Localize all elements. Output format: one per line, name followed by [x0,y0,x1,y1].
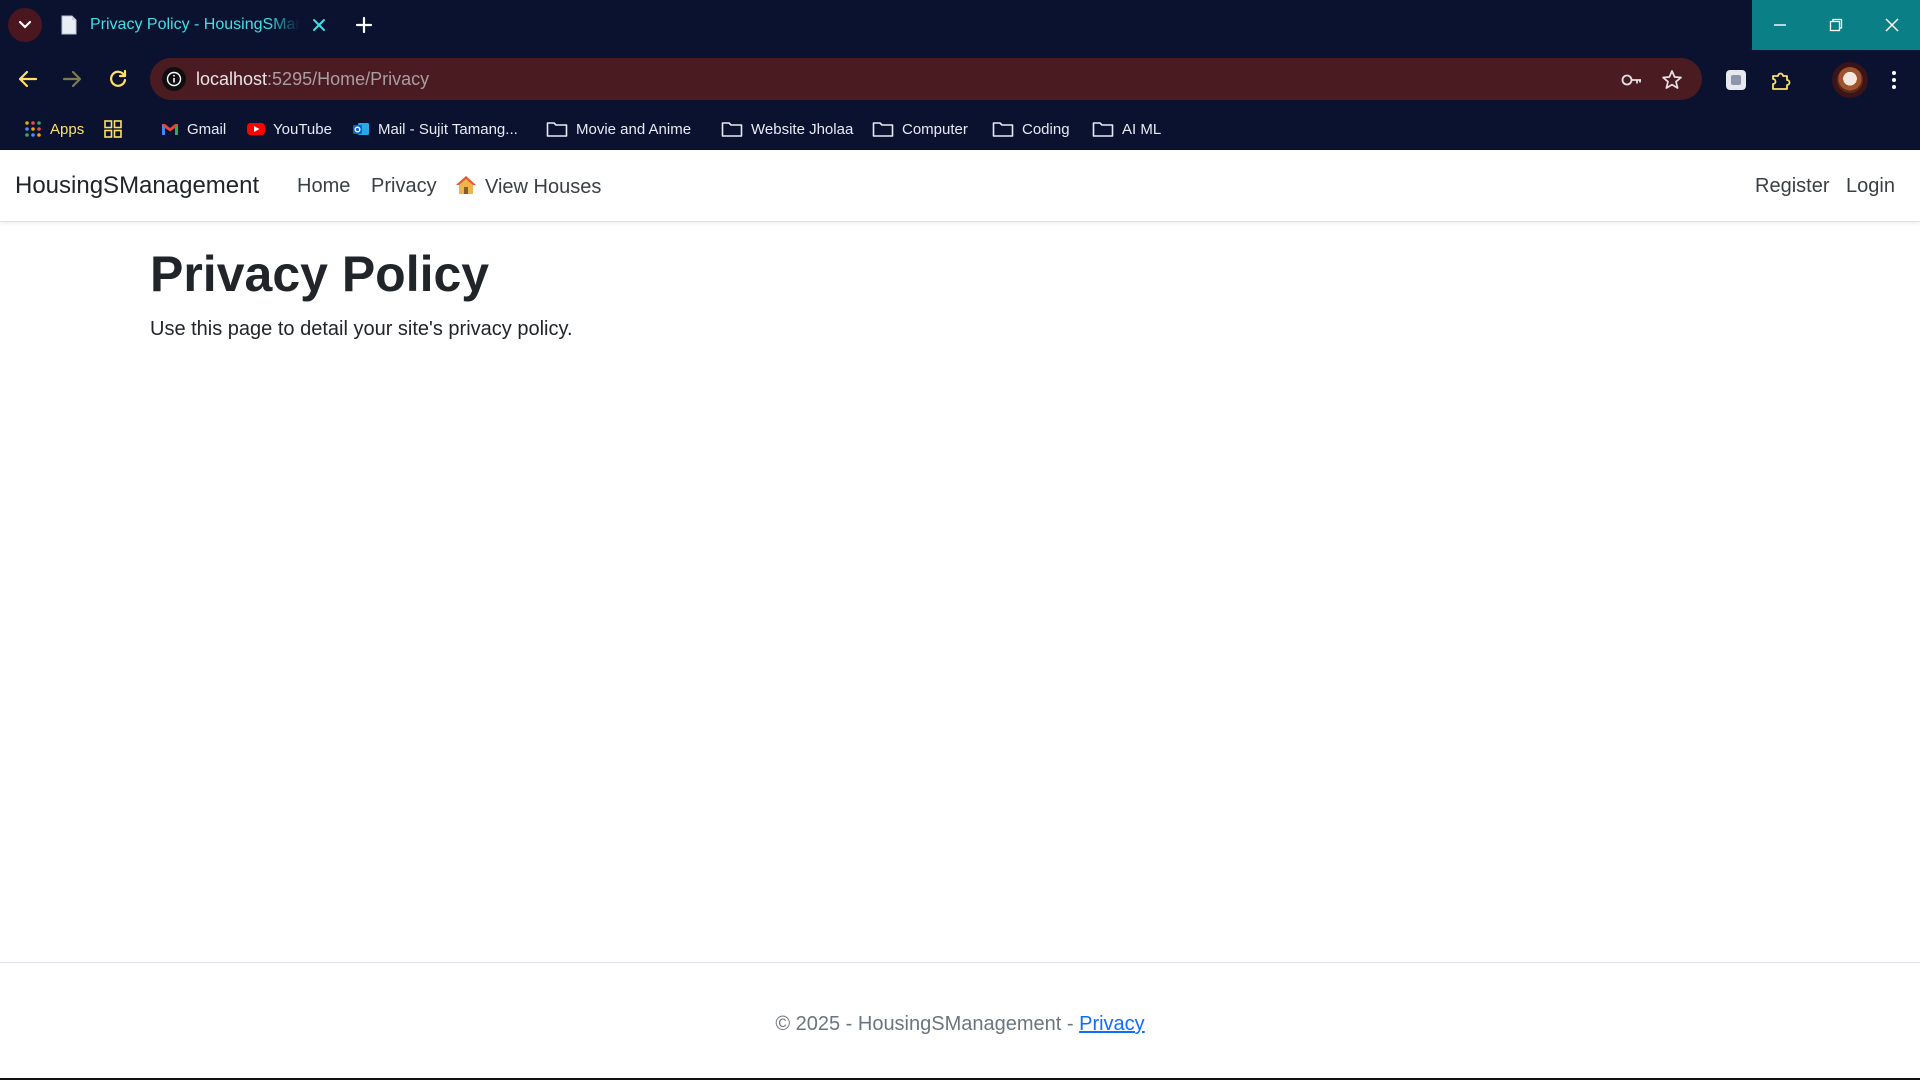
main-content: Privacy Policy Use this page to detail y… [150,240,1770,341]
nav-register-link[interactable]: Register [1755,175,1829,198]
site-brand-link[interactable]: HousingSManagement [15,172,259,200]
bookmark-folder-computer[interactable]: Computer [872,118,968,140]
folder-icon [721,122,743,137]
restore-button[interactable] [1808,0,1864,50]
footer-text: © 2025 - HousingSManagement - Privacy [0,1013,1920,1036]
nav-home-link[interactable]: Home [297,175,350,198]
outlook-icon [353,123,369,135]
close-tab-icon[interactable] [310,16,328,34]
site-navbar: HousingSManagement Home Privacy View Hou… [0,150,1920,222]
nav-view-houses-link[interactable]: View Houses [455,175,601,199]
reload-icon [110,69,127,87]
apps-grid-icon [25,121,41,137]
page-title: Privacy Policy [150,246,490,302]
url-text[interactable]: localhost:5295/Home/Privacy [196,69,429,90]
folder-icon [872,122,894,137]
footer-copyright: © 2025 - HousingSManagement - [775,1013,1080,1035]
restore-icon [1829,18,1843,32]
bookmark-folder-ai-ml[interactable]: AI ML [1092,118,1161,140]
tab-title: Privacy Policy - HousingSManagement [90,16,300,33]
extensions-menu-button[interactable] [1767,66,1795,94]
browser-toolbar: localhost:5295/Home/Privacy [0,50,1920,108]
bookmark-folder-movie-anime[interactable]: Movie and Anime [546,118,691,140]
avatar-image [1837,67,1863,93]
bookmark-folder-website-jholaa[interactable]: Website Jholaa [721,118,853,140]
puzzle-icon [1772,72,1791,90]
house-icon [456,176,476,194]
browser-menu-button[interactable] [1880,66,1908,94]
reload-button[interactable] [105,66,131,92]
bookmark-outlook-mail[interactable]: Mail - Sujit Tamang... [352,118,518,140]
bookmark-grid[interactable] [104,118,130,140]
bookmark-apps[interactable]: Apps [24,118,84,140]
close-icon [1885,18,1899,32]
folder-icon [546,122,568,137]
tab-search-button[interactable] [8,8,42,42]
browser-tab-active[interactable]: Privacy Policy - HousingSManagement [50,6,340,44]
youtube-icon [247,123,265,135]
bookmark-youtube[interactable]: YouTube [247,118,332,140]
view-houses-label: View Houses [485,176,602,198]
bookmark-label: YouTube [273,120,332,138]
bookmark-label: AI ML [1122,120,1162,138]
key-icon[interactable] [1620,68,1644,92]
back-button[interactable] [15,66,41,92]
address-bar[interactable]: localhost:5295/Home/Privacy [150,58,1702,100]
site-info-icon[interactable] [162,67,186,91]
star-icon[interactable] [1660,68,1684,92]
minimize-button[interactable] [1752,0,1808,50]
forward-button[interactable] [59,66,85,92]
page-description: Use this page to detail your site's priv… [150,318,573,340]
bookmark-gmail[interactable]: Gmail [161,118,226,140]
extension-app-icon [1726,70,1746,90]
new-tab-icon[interactable] [352,13,376,37]
arrow-right-icon [62,70,82,88]
bookmark-label: Movie and Anime [576,120,692,138]
arrow-left-icon [18,70,38,88]
bookmark-label: Website Jholaa [751,120,854,138]
grid-icon [104,120,122,138]
bookmark-label: Mail - Sujit Tamang... [378,120,518,138]
nav-privacy-link[interactable]: Privacy [371,175,437,198]
extension-button[interactable] [1722,66,1750,94]
profile-avatar[interactable] [1832,62,1868,98]
folder-icon [992,122,1014,137]
browser-titlebar: Privacy Policy - HousingSManagement [0,0,1920,50]
bookmark-label: Gmail [187,120,227,138]
url-path: :5295/Home/Privacy [267,69,430,89]
close-window-button[interactable] [1864,0,1920,50]
nav-login-link[interactable]: Login [1846,175,1895,198]
more-vertical-icon [1892,71,1896,89]
url-host: localhost [196,69,268,89]
minimize-icon [1774,24,1786,26]
folder-icon [1092,122,1114,137]
bookmark-folder-coding[interactable]: Coding [992,118,1070,140]
bookmark-label: Apps [50,120,85,138]
gmail-icon [162,124,178,135]
site-footer: © 2025 - HousingSManagement - Privacy [0,962,1920,1079]
window-controls [1752,0,1920,50]
chevron-down-icon [18,20,32,29]
bookmark-label: Coding [1022,120,1070,138]
document-icon [61,15,77,35]
bookmarks-bar: Apps Gmail YouTube Mail - Sujit Tamang..… [0,108,1920,150]
bookmark-label: Computer [902,120,968,138]
footer-privacy-link[interactable]: Privacy [1079,1013,1145,1035]
